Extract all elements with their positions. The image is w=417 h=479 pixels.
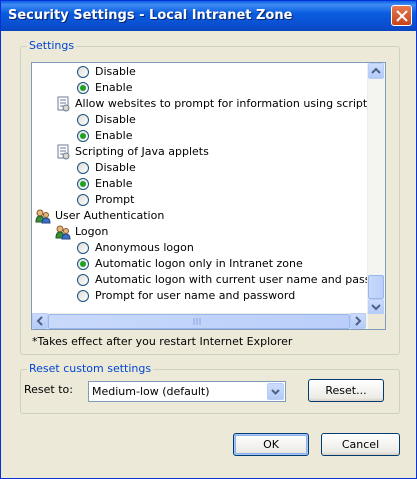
script-settings-icon [57, 96, 70, 112]
settings-list[interactable]: Disable Enable Allow websites to prompt fo… [31, 62, 386, 330]
setting-radio[interactable] [77, 258, 89, 270]
chevron-down-icon [271, 389, 280, 395]
setting-label: Allow websites to prompt for information… [75, 97, 368, 110]
setting-radio[interactable] [77, 178, 89, 190]
setting-option-row[interactable]: Anonymous logon [32, 240, 368, 256]
setting-label: Prompt for user name and password [95, 289, 296, 302]
setting-radio[interactable] [77, 162, 89, 174]
close-button[interactable] [391, 5, 412, 26]
setting-radio[interactable] [77, 194, 89, 206]
settings-group-label: Settings [27, 39, 77, 52]
script-settings-icon [57, 144, 70, 160]
setting-label: Disable [95, 161, 136, 174]
setting-option-row[interactable]: Prompt [32, 192, 368, 208]
window-title: Security Settings - Local Intranet Zone [8, 8, 293, 23]
setting-label: Anonymous logon [95, 241, 194, 254]
setting-heading-row: Logon [32, 224, 368, 240]
scroll-up-button[interactable] [368, 63, 384, 79]
restart-note: *Takes effect after you restart Internet… [32, 335, 293, 348]
chevron-left-icon [36, 316, 43, 326]
grip-icon [193, 318, 201, 325]
horizontal-scroll-thumb[interactable] [48, 314, 350, 329]
scroll-left-button[interactable] [32, 313, 48, 329]
setting-option-row[interactable]: Automatic logon only in Intranet zone [32, 256, 368, 272]
setting-option-row[interactable]: Disable [32, 160, 368, 176]
setting-radio[interactable] [77, 242, 89, 254]
setting-label: Prompt [95, 193, 135, 206]
setting-label: Disable [95, 113, 136, 126]
setting-label: Logon [75, 225, 109, 238]
setting-option-row[interactable]: Prompt for user name and password [32, 288, 368, 304]
horizontal-scrollbar[interactable] [32, 313, 368, 329]
setting-label: Enable [95, 81, 133, 94]
chevron-up-icon [371, 67, 381, 74]
reset-to-label: Reset to: [24, 383, 73, 396]
setting-label: User Authentication [55, 209, 165, 222]
setting-option-row[interactable]: Enable [32, 80, 368, 96]
setting-heading-row: Allow websites to prompt for information… [32, 96, 368, 112]
setting-radio[interactable] [77, 82, 89, 94]
setting-heading-row: Scripting of Java applets [32, 144, 368, 160]
setting-option-row[interactable]: Enable [32, 176, 368, 192]
title-bar[interactable]: Security Settings - Local Intranet Zone [1, 1, 416, 31]
setting-option-row[interactable]: Enable [32, 128, 368, 144]
users-icon [35, 209, 51, 224]
close-icon [396, 10, 408, 22]
setting-radio[interactable] [77, 290, 89, 302]
setting-radio[interactable] [77, 130, 89, 142]
vertical-scrollbar[interactable] [367, 63, 385, 315]
setting-category-row: User Authentication [32, 208, 368, 224]
reset-button[interactable]: Reset... [308, 379, 384, 402]
cancel-button[interactable]: Cancel [321, 433, 400, 456]
chevron-right-icon [355, 316, 362, 326]
setting-label: Enable [95, 129, 133, 142]
security-settings-dialog: Security Settings - Local Intranet Zone … [0, 0, 417, 479]
reset-group-label: Reset custom settings [27, 362, 154, 375]
setting-radio[interactable] [77, 114, 89, 126]
vertical-scroll-thumb[interactable] [368, 275, 384, 299]
setting-option-row[interactable]: Disable [32, 64, 368, 80]
setting-label: Scripting of Java applets [75, 145, 209, 158]
setting-label: Automatic logon with current user name a… [95, 273, 368, 286]
setting-option-row[interactable]: Automatic logon with current user name a… [32, 272, 368, 288]
setting-radio[interactable] [77, 274, 89, 286]
setting-label: Enable [95, 177, 133, 190]
scroll-corner [368, 314, 385, 329]
setting-label: Disable [95, 65, 136, 78]
chevron-down-icon [371, 304, 381, 311]
ok-button[interactable]: OK [233, 433, 309, 456]
setting-radio[interactable] [77, 66, 89, 78]
reset-level-dropdown-button[interactable] [267, 383, 284, 400]
settings-list-content: Disable Enable Allow websites to prompt fo… [32, 63, 368, 315]
setting-label: Automatic logon only in Intranet zone [95, 257, 303, 270]
users-icon [55, 225, 71, 240]
reset-level-value: Medium-low (default) [92, 385, 210, 398]
scroll-right-button[interactable] [350, 313, 366, 329]
scroll-down-button[interactable] [368, 299, 384, 315]
reset-level-select[interactable]: Medium-low (default) [88, 381, 286, 402]
setting-option-row[interactable]: Disable [32, 112, 368, 128]
